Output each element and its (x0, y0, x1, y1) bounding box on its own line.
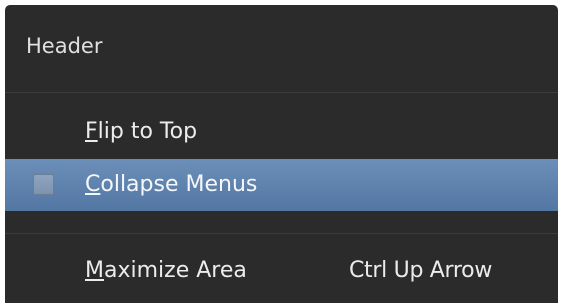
shortcut-label: Ctrl Up Arrow (349, 258, 493, 283)
menu-item-label: Collapse Menus (85, 172, 258, 197)
menu-item-label: Flip to Top (85, 119, 198, 144)
menu-item-flip-to-top[interactable]: Flip to Top (5, 106, 558, 158)
header-context-menu: Header Flip to Top Collapse Menus Maximi… (5, 5, 558, 303)
menu-title: Header (26, 34, 103, 58)
menu-separator (5, 92, 558, 93)
menu-item-collapse-menus[interactable]: Collapse Menus (5, 159, 558, 211)
menu-item-label: Maximize Area (85, 258, 247, 283)
menu-item-maximize-area[interactable]: Maximize Area Ctrl Up Arrow (5, 245, 558, 297)
collapse-menus-checkbox[interactable] (33, 174, 54, 195)
menu-separator (5, 233, 558, 234)
